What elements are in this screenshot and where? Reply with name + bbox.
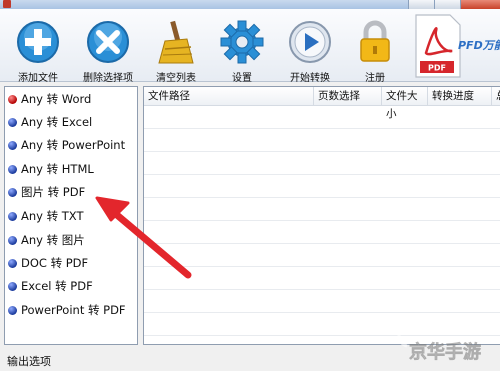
- option-any-to-html[interactable]: Any 转 HTML: [8, 159, 94, 179]
- option-label: 图片 转 PDF: [21, 185, 86, 199]
- option-any-to-image[interactable]: Any 转 图片: [8, 230, 85, 250]
- gear-icon: [220, 20, 264, 64]
- play-icon: [289, 21, 331, 63]
- option-excel-to-pdf[interactable]: Excel 转 PDF: [8, 276, 93, 296]
- option-label: Any 转 Excel: [21, 115, 93, 129]
- column-header-total[interactable]: 总: [492, 87, 500, 105]
- table-row: [144, 175, 500, 198]
- app-icon: [3, 0, 11, 8]
- table-row: [144, 267, 500, 290]
- column-header-file-size[interactable]: 文件大小: [382, 87, 428, 120]
- option-label: Any 转 HTML: [21, 162, 94, 176]
- radio-icon[interactable]: [8, 140, 17, 150]
- radio-icon[interactable]: [8, 281, 17, 291]
- option-doc-to-pdf[interactable]: DOC 转 PDF: [8, 253, 88, 273]
- option-label: Any 转 PowerPoint: [21, 138, 126, 152]
- radio-icon[interactable]: [8, 164, 17, 174]
- radio-icon[interactable]: [8, 94, 17, 104]
- option-label: Any 转 Word: [21, 92, 92, 106]
- delete-selected-label: 删除选择项: [83, 73, 133, 84]
- clear-list-label: 清空列表: [156, 73, 196, 84]
- settings-label: 设置: [232, 73, 252, 84]
- minimize-button[interactable]: [408, 0, 435, 9]
- toolbar: 添加文件 删除选择项 清空列表 设置 开始转换 注册 PDF PFD万: [0, 9, 500, 84]
- radio-icon[interactable]: [8, 187, 17, 197]
- settings-button[interactable]: 设置: [207, 9, 277, 84]
- table-row: [144, 221, 500, 244]
- table-row: [144, 244, 500, 267]
- option-label: PowerPoint 转 PDF: [21, 303, 126, 317]
- option-powerpoint-to-pdf[interactable]: PowerPoint 转 PDF: [8, 300, 126, 320]
- option-any-to-txt[interactable]: Any 转 TXT: [8, 206, 84, 226]
- start-convert-button[interactable]: 开始转换: [275, 9, 345, 84]
- option-label: Excel 转 PDF: [21, 279, 93, 293]
- pdf-document-icon: PDF: [415, 14, 461, 78]
- table-row: [144, 106, 500, 129]
- broom-icon: [158, 20, 194, 64]
- delete-selected-button[interactable]: 删除选择项: [73, 9, 143, 84]
- register-label: 注册: [365, 73, 385, 84]
- title-bar: [0, 0, 500, 9]
- radio-icon[interactable]: [8, 211, 17, 221]
- brand-text: PFD万能: [458, 39, 500, 52]
- table-row: [144, 198, 500, 221]
- brand-logo: PDF PFD万能: [414, 11, 500, 81]
- radio-icon[interactable]: [8, 305, 17, 315]
- table-header: 文件路径 页数选择 文件大小 转换进度 总: [144, 87, 500, 120]
- option-label: Any 转 图片: [21, 233, 85, 247]
- add-icon: [17, 21, 59, 63]
- table-row: [144, 129, 500, 152]
- pdf-doc-label: PDF: [428, 64, 446, 73]
- output-options-label[interactable]: 输出选项: [7, 353, 51, 369]
- radio-icon[interactable]: [8, 258, 17, 268]
- radio-icon[interactable]: [8, 117, 17, 127]
- option-any-to-excel[interactable]: Any 转 Excel: [8, 112, 92, 132]
- register-button[interactable]: 注册: [340, 9, 410, 84]
- option-any-to-powerpoint[interactable]: Any 转 PowerPoint: [8, 135, 125, 155]
- start-convert-label: 开始转换: [290, 73, 330, 84]
- option-any-to-word[interactable]: Any 转 Word: [8, 89, 91, 109]
- file-list-table[interactable]: 文件路径 页数选择 文件大小 转换进度 总: [143, 86, 500, 345]
- column-header-page-selection[interactable]: 页数选择: [314, 87, 382, 105]
- radio-icon[interactable]: [8, 235, 17, 245]
- column-header-progress[interactable]: 转换进度: [428, 87, 492, 105]
- delete-icon: [87, 21, 129, 63]
- conversion-type-list: Any 转 Word Any 转 Excel Any 转 PowerPoint …: [4, 86, 138, 345]
- clear-list-button[interactable]: 清空列表: [141, 9, 211, 84]
- option-image-to-pdf[interactable]: 图片 转 PDF: [8, 182, 85, 202]
- table-row: [144, 313, 500, 336]
- table-row: [144, 290, 500, 313]
- option-label: DOC 转 PDF: [21, 256, 89, 270]
- option-label: Any 转 TXT: [21, 209, 84, 223]
- close-button[interactable]: [460, 0, 500, 9]
- lock-icon: [360, 20, 390, 62]
- add-file-label: 添加文件: [18, 73, 58, 84]
- table-row: [144, 152, 500, 175]
- add-file-button[interactable]: 添加文件: [3, 9, 73, 84]
- maximize-button[interactable]: [434, 0, 461, 9]
- column-header-file-path[interactable]: 文件路径: [144, 87, 314, 105]
